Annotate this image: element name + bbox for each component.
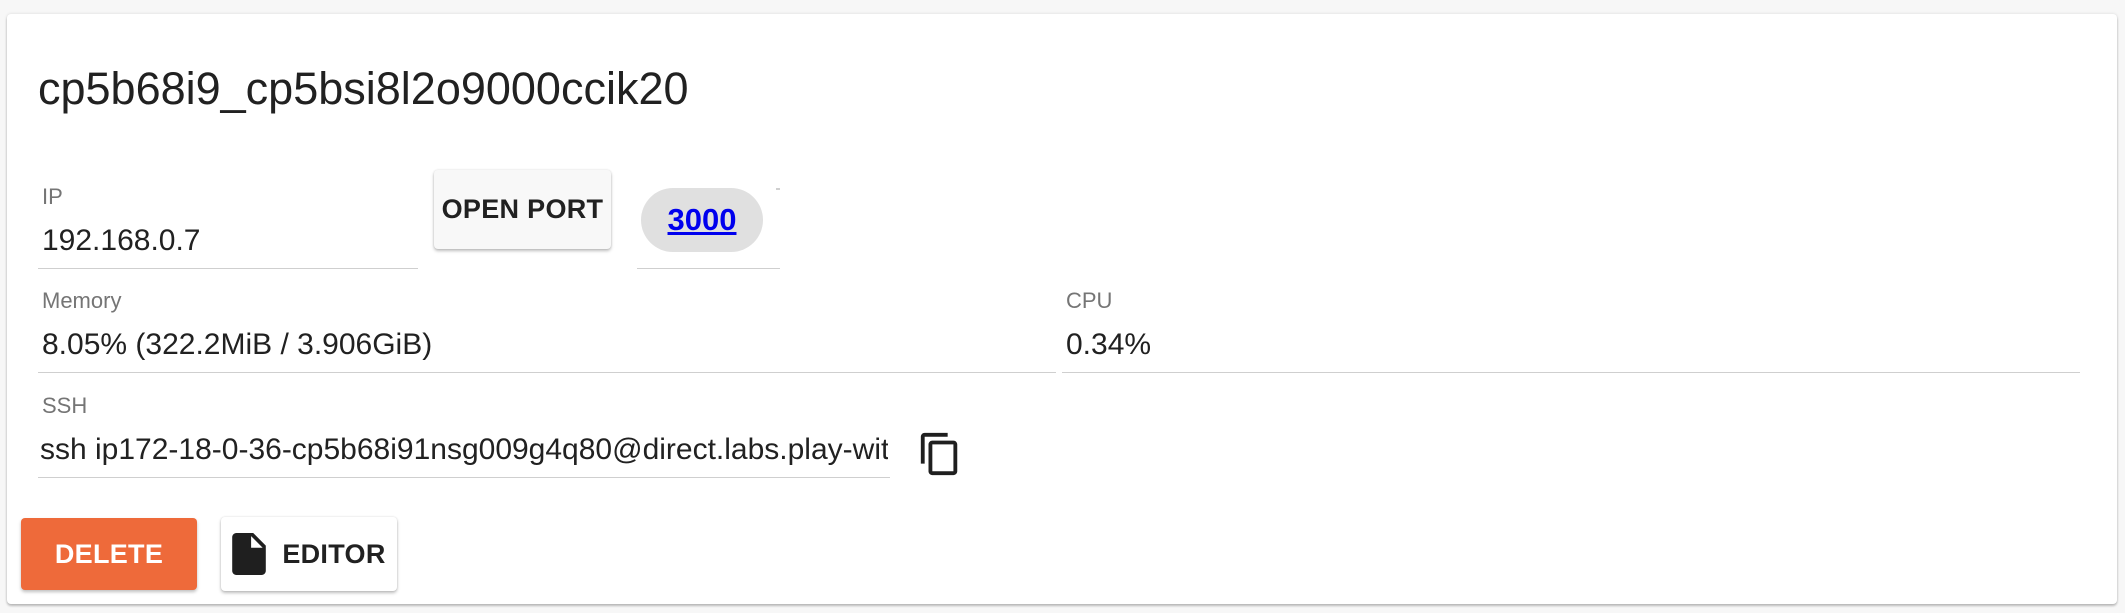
ports-field: 3000	[637, 172, 780, 269]
copy-icon[interactable]	[917, 430, 963, 478]
memory-label: Memory	[42, 288, 122, 313]
ip-value[interactable]: 192.168.0.7	[42, 226, 412, 256]
memory-value[interactable]: 8.05% (322.2MiB / 3.906GiB)	[42, 330, 1042, 360]
ssh-value[interactable]: ssh ip172-18-0-36-cp5b68i91nsg009g4q80@d…	[40, 435, 888, 465]
cpu-label: CPU	[1066, 288, 1113, 313]
memory-field: Memory 8.05% (322.2MiB / 3.906GiB)	[38, 276, 1056, 373]
open-port-button[interactable]: OPEN PORT	[434, 170, 611, 249]
ip-label: IP	[42, 184, 63, 209]
port-chip[interactable]: 3000	[641, 188, 763, 252]
delete-button[interactable]: DELETE	[21, 518, 197, 590]
open-port-button-label: OPEN PORT	[441, 194, 604, 224]
instance-title: cp5b68i9_cp5bsi8l2o9000ccik20	[38, 63, 689, 114]
delete-button-label: DELETE	[54, 538, 164, 569]
ports-field-marker	[776, 188, 780, 190]
cpu-value[interactable]: 0.34%	[1066, 330, 2066, 360]
file-icon	[232, 533, 267, 575]
ssh-label: SSH	[42, 393, 88, 418]
port-link[interactable]: 3000	[668, 202, 737, 238]
editor-button[interactable]: EDITOR	[221, 517, 397, 591]
cpu-field: CPU 0.34%	[1062, 276, 2080, 373]
instance-card: cp5b68i9_cp5bsi8l2o9000ccik20 IP 192.168…	[7, 14, 2117, 604]
ssh-field: SSH ssh ip172-18-0-36-cp5b68i91nsg009g4q…	[38, 381, 890, 478]
editor-button-label: EDITOR	[282, 538, 386, 569]
ip-field: IP 192.168.0.7	[38, 172, 418, 269]
